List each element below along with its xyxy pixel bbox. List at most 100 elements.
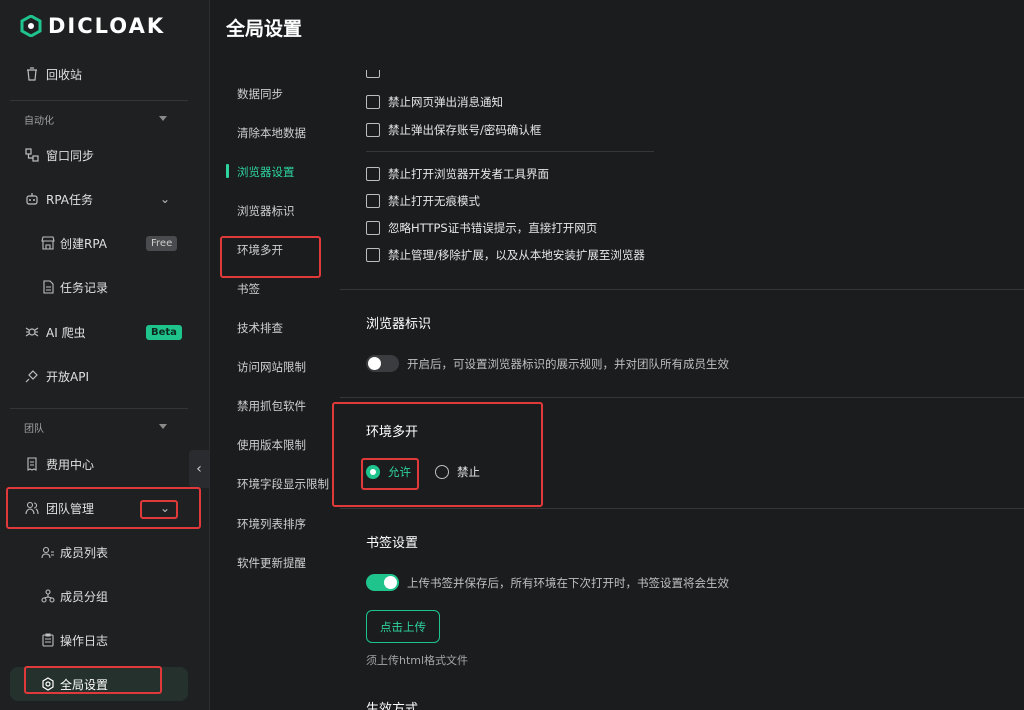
users-icon (24, 500, 40, 516)
sidebar-item-label: 操作日志 (60, 633, 109, 648)
store-icon (40, 235, 56, 251)
checkbox-label: 禁止打开浏览器开发者工具界面 (388, 167, 549, 181)
checkbox-row[interactable]: 禁止管理/移除扩展，以及从本地安装扩展至浏览器 (366, 247, 645, 263)
sidebar-item-member-groups[interactable]: 成员分组 (0, 579, 210, 613)
sidebar-collapse-button[interactable]: ‹ (189, 450, 209, 488)
checkbox-row[interactable]: 禁止打开无痕模式 (366, 193, 480, 209)
document-icon (40, 279, 56, 295)
upload-hint: 须上传html格式文件 (366, 654, 469, 667)
sidebar-item-billing[interactable]: 费用中心 (0, 447, 210, 481)
subnav-active-indicator (226, 164, 229, 178)
sidebar-item-label: AI 爬虫 (46, 325, 86, 340)
checkbox[interactable] (366, 221, 380, 235)
browser-identity-title: 浏览器标识 (366, 317, 432, 332)
checkbox[interactable] (366, 70, 380, 78)
subnav-item[interactable]: 技术排查 (237, 320, 283, 336)
checkbox-row[interactable]: 禁止弹出保存账号/密码确认框 (366, 122, 541, 138)
checkbox[interactable] (366, 167, 380, 181)
chevron-left-icon: ‹ (196, 461, 202, 477)
divider (366, 151, 654, 152)
checkbox[interactable] (366, 95, 380, 109)
clipboard-icon (40, 632, 56, 648)
checkbox-label: 禁止管理/移除扩展，以及从本地安装扩展至浏览器 (388, 248, 645, 262)
radio-button[interactable] (366, 465, 380, 479)
section-divider (340, 508, 1024, 509)
sidebar-item-label: 窗口同步 (46, 148, 95, 163)
free-badge: Free (146, 236, 178, 251)
subnav-item[interactable]: 使用版本限制 (237, 437, 306, 453)
page-title: 全局设置 (226, 18, 303, 40)
sidebar-item-operation-log[interactable]: 操作日志 (0, 623, 210, 657)
sidebar-item-ai-crawler[interactable]: AI 爬虫 Beta (0, 315, 210, 349)
sidebar-item-recycle[interactable]: 回收站 (0, 57, 210, 91)
checkbox-row[interactable]: 禁止网页弹出消息通知 (366, 94, 503, 110)
subnav-item[interactable]: 访问网站限制 (237, 359, 306, 375)
section-divider (340, 397, 1024, 398)
subnav-item[interactable]: 禁用抓包软件 (237, 398, 306, 414)
subnav-item[interactable]: 数据同步 (237, 86, 283, 102)
checkbox-label: 禁止打开无痕模式 (388, 194, 480, 208)
user-list-icon (40, 544, 56, 560)
subnav-item[interactable]: 浏览器标识 (237, 203, 295, 219)
toggle-knob (368, 357, 381, 370)
radio-option-allow[interactable]: 允许 (366, 464, 411, 480)
chevron-down-icon[interactable]: ⌄ (160, 501, 170, 515)
checkbox-row[interactable]: 忽略HTTPS证书错误提示，直接打开网页 (366, 220, 597, 236)
checkbox-row[interactable]: 禁止打开浏览器开发者工具界面 (366, 166, 549, 182)
bookmarks-toggle-row: 上传书签并保存后，所有环境在下次打开时，书签设置将会生效 (366, 574, 729, 591)
subnav-item[interactable]: 环境字段显示限制 (237, 476, 329, 492)
checkbox-label: 禁止弹出保存账号/密码确认框 (388, 123, 542, 137)
dicloak-logo-icon (20, 15, 42, 37)
radio-label: 禁止 (457, 465, 480, 479)
radio-option-deny[interactable]: 禁止 (435, 464, 480, 480)
sidebar-item-label: 成员分组 (60, 589, 109, 604)
sidebar-item-rpa[interactable]: RPA任务 ⌄ (0, 182, 210, 216)
beta-badge: Beta (146, 325, 182, 340)
bookmarks-toggle[interactable] (366, 574, 399, 591)
section-divider (340, 289, 1024, 290)
sidebar-item-global-settings[interactable]: 全局设置 (10, 667, 188, 701)
trash-icon (24, 66, 40, 82)
sidebar-item-label: 创建RPA (60, 236, 108, 251)
brand-logo[interactable]: DICLOAK (20, 14, 165, 38)
subnav-item[interactable]: 环境列表排序 (237, 516, 306, 532)
window-sync-icon (24, 147, 40, 163)
bill-icon (24, 456, 40, 472)
plug-icon (24, 368, 40, 384)
checkbox[interactable] (366, 123, 380, 137)
checkbox[interactable] (366, 248, 380, 262)
sidebar-item-label: 回收站 (46, 67, 83, 82)
chevron-down-icon[interactable]: ⌄ (160, 192, 170, 206)
subnav-item[interactable]: 软件更新提醒 (237, 555, 306, 571)
subnav-item[interactable]: 清除本地数据 (237, 125, 306, 141)
caret-down-icon[interactable] (159, 116, 167, 121)
radio-label: 允许 (388, 465, 411, 479)
subnav-item[interactable]: 环境多开 (237, 242, 283, 258)
brand-name: DICLOAK (48, 14, 166, 38)
sidebar-item-open-api[interactable]: 开放API (0, 359, 210, 393)
sidebar-item-label: 全局设置 (60, 677, 109, 692)
robot-icon (24, 191, 40, 207)
effect-mode-title: 生效方式 (366, 702, 419, 710)
radio-button[interactable] (435, 465, 449, 479)
sidebar-item-member-list[interactable]: 成员列表 (0, 535, 210, 569)
caret-down-icon[interactable] (159, 424, 167, 429)
multi-env-title: 环境多开 (366, 425, 419, 440)
subnav-item[interactable]: 浏览器设置 (237, 164, 295, 180)
bookmarks-title: 书签设置 (366, 536, 419, 551)
sidebar-item-label: 任务记录 (60, 280, 109, 295)
subnav-item[interactable]: 书签 (237, 281, 260, 297)
checkbox-label: 忽略HTTPS证书错误提示，直接打开网页 (388, 221, 598, 235)
sidebar-divider (10, 100, 188, 101)
sidebar-item-task-records[interactable]: 任务记录 (0, 270, 210, 304)
browser-identity-toggle[interactable] (366, 355, 399, 372)
upload-button[interactable]: 点击上传 (366, 610, 440, 643)
sidebar-item-create-rpa[interactable]: 创建RPA Free (0, 226, 210, 260)
toggle-knob (384, 576, 397, 589)
sidebar-item-team-management[interactable]: 团队管理 ⌄ (0, 491, 210, 525)
sidebar-item-window-sync[interactable]: 窗口同步 (0, 138, 210, 172)
sidebar-item-label: 成员列表 (60, 545, 109, 560)
checkbox[interactable] (366, 194, 380, 208)
group-tree-icon (40, 588, 56, 604)
sidebar: DICLOAK 回收站 自动化 窗口同步 RPA任务 ⌄ 创建RPA Free … (0, 0, 210, 710)
